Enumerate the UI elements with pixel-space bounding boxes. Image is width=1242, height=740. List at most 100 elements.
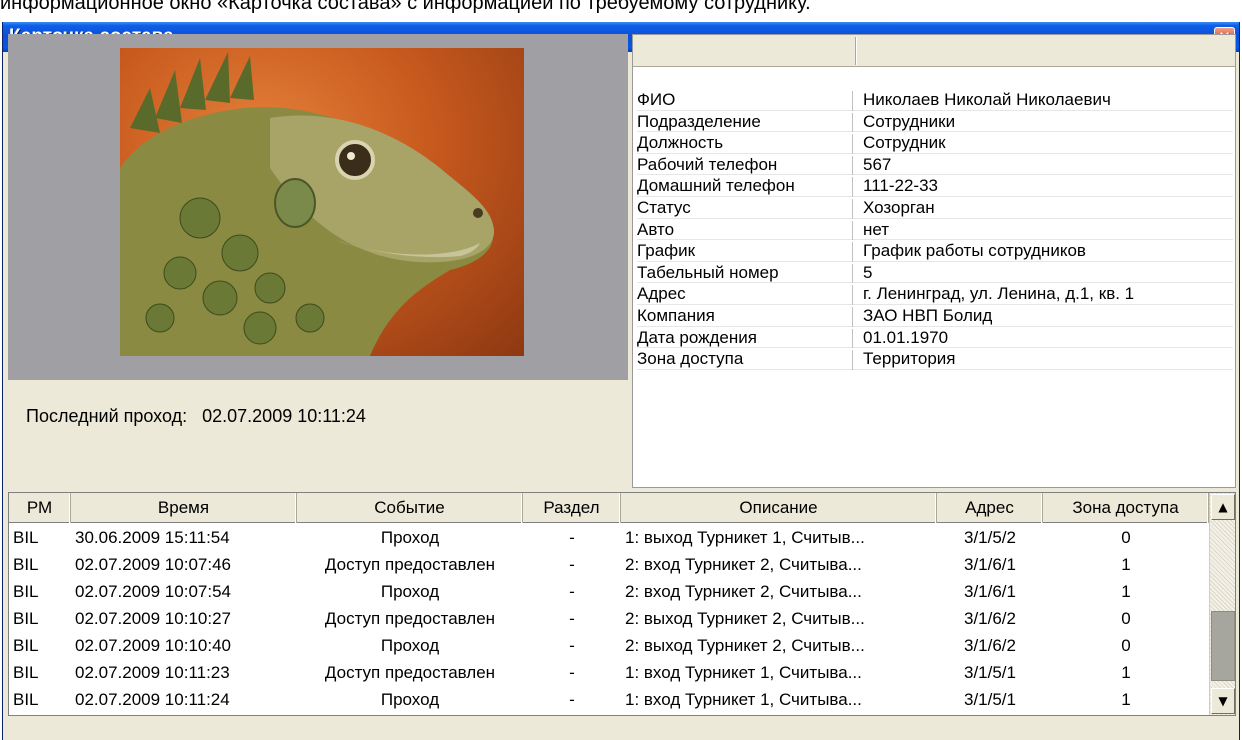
info-row[interactable]: График График работы сотрудников — [637, 240, 1233, 262]
cell-rm: BIL — [13, 609, 39, 628]
cell-time: 02.07.2009 10:07:54 — [75, 582, 231, 601]
info-row[interactable]: Домашний телефон 111-22-33 — [637, 175, 1233, 197]
cell-section: - — [569, 690, 575, 709]
arrow-down-icon: ▼ — [1218, 694, 1228, 708]
cell-event: Проход — [380, 690, 440, 709]
cell-access-zone: 0 — [1121, 609, 1131, 628]
table-row[interactable]: BIL 02.07.2009 10:07:54 Проход - 2: вход Тур… — [9, 578, 1209, 605]
cell-access-zone: 1 — [1121, 555, 1131, 574]
table-row[interactable]: BIL 02.07.2009 10:10:27 Доступ предоставле… — [9, 605, 1209, 632]
info-row[interactable]: Рабочий телефон 567 — [637, 154, 1233, 176]
info-key: Дата рождения — [637, 327, 853, 349]
last-pass-label: Последний проход: — [26, 406, 188, 426]
photo-panel — [8, 34, 628, 380]
cell-rm: BIL — [13, 582, 39, 601]
info-value: нет — [863, 219, 890, 239]
employee-photo — [120, 48, 524, 356]
events-grid: РМ Время Событие Раздел Описание Адрес Зона до… — [8, 492, 1236, 716]
info-value: г. Ленинград, ул. Ленина, д.1, кв. 1 — [863, 284, 1135, 304]
info-row[interactable]: Табельный номер 5 — [637, 262, 1233, 284]
info-row[interactable]: Дата рождения 01.01.1970 — [637, 327, 1233, 349]
employee-info-table: ФИО Николаев Николай Николаевич Подразделе… — [632, 34, 1236, 488]
document-caption: информационное окно «Карточка состава» с… — [0, 0, 811, 13]
info-key: ФИО — [637, 89, 853, 111]
info-key: Табельный номер — [637, 262, 853, 284]
cell-access-zone: 1 — [1121, 690, 1131, 709]
cell-description: 2: выход Турникет 2, Считыв... — [625, 636, 865, 655]
cell-address: 3/1/6/1 — [964, 582, 1016, 601]
column-header-time[interactable]: Время — [71, 493, 297, 523]
cell-section: - — [569, 636, 575, 655]
column-header-section[interactable]: Раздел — [523, 493, 621, 523]
cell-section: - — [569, 528, 575, 547]
info-key: Зона доступа — [637, 348, 853, 370]
cell-address: 3/1/6/2 — [964, 636, 1016, 655]
events-grid-body: BIL 30.06.2009 15:11:54 Проход - 1: выход Ту… — [9, 524, 1209, 713]
table-row[interactable]: BIL 30.06.2009 15:11:54 Проход - 1: выход Ту… — [9, 524, 1209, 551]
info-value: График работы сотрудников — [863, 241, 1086, 261]
info-key: Подразделение — [637, 111, 853, 133]
info-row[interactable]: Компания ЗАО НВП Болид — [637, 305, 1233, 327]
table-row[interactable]: BIL 02.07.2009 10:07:46 Доступ предоставле… — [9, 551, 1209, 578]
cell-description: 1: выход Турникет 1, Считыв... — [625, 528, 865, 547]
info-value: ЗАО НВП Болид — [863, 305, 993, 325]
info-row[interactable]: Должность Сотрудник — [637, 132, 1233, 154]
info-row[interactable]: Подразделение Сотрудники — [637, 111, 1233, 133]
cell-time: 02.07.2009 10:10:40 — [75, 636, 231, 655]
arrow-up-icon: ▲ — [1218, 500, 1228, 514]
cell-event: Проход — [380, 582, 440, 601]
scroll-down-button[interactable]: ▼ — [1211, 688, 1235, 714]
info-table-header[interactable] — [633, 35, 1235, 67]
cell-address: 3/1/6/1 — [964, 555, 1016, 574]
info-key: Авто — [637, 219, 853, 241]
cell-rm: BIL — [13, 690, 39, 709]
info-value: Хозорган — [863, 197, 935, 217]
info-row[interactable]: Адрес г. Ленинград, ул. Ленина, д.1, кв. … — [637, 283, 1233, 305]
column-header-access-zone[interactable]: Зона доступа — [1043, 493, 1209, 523]
info-key: Должность — [637, 132, 853, 154]
events-grid-header: РМ Время Событие Раздел Описание Адрес Зона до… — [9, 493, 1209, 523]
table-row[interactable]: BIL 02.07.2009 10:10:40 Проход - 2: выход Ту… — [9, 632, 1209, 659]
cell-event: Доступ предоставлен — [324, 555, 496, 574]
info-value: Николаев Николай Николаевич — [863, 90, 1111, 109]
cell-access-zone: 1 — [1121, 663, 1131, 682]
info-key: График — [637, 240, 853, 262]
info-key: Статус — [637, 197, 853, 219]
info-value: Сотрудник — [863, 133, 946, 153]
cell-section: - — [569, 582, 575, 601]
info-value: 5 — [863, 262, 873, 282]
cell-address: 3/1/5/2 — [964, 528, 1016, 547]
table-row[interactable]: BIL 02.07.2009 10:11:23 Доступ предоставле… — [9, 659, 1209, 686]
column-header-event[interactable]: Событие — [297, 493, 523, 523]
column-header-description[interactable]: Описание — [621, 493, 937, 523]
vertical-scrollbar[interactable]: ▲ ▼ — [1209, 493, 1235, 715]
last-pass-value: 02.07.2009 10:11:24 — [202, 406, 366, 426]
info-value: 01.01.1970 — [863, 327, 949, 347]
cell-description: 1: вход Турникет 1, Считыва... — [625, 690, 862, 709]
table-row[interactable]: BIL 02.07.2009 10:11:24 Проход - 1: вход Тур… — [9, 686, 1209, 713]
info-row[interactable]: Зона доступа Территория — [637, 348, 1233, 370]
cell-event: Доступ предоставлен — [324, 663, 496, 682]
info-row[interactable]: Авто нет — [637, 219, 1233, 241]
cell-address: 3/1/6/2 — [964, 609, 1016, 628]
cell-section: - — [569, 663, 575, 682]
scrollbar-thumb[interactable] — [1211, 611, 1235, 681]
column-header-address[interactable]: Адрес — [937, 493, 1043, 523]
info-header-divider[interactable] — [855, 37, 857, 65]
last-pass-row: Последний проход: 02.07.2009 10:11:24 — [26, 406, 366, 427]
cell-access-zone: 0 — [1121, 636, 1131, 655]
column-header-rm[interactable]: РМ — [9, 493, 71, 523]
cell-rm: BIL — [13, 555, 39, 574]
cell-event: Доступ предоставлен — [324, 609, 496, 628]
cell-rm: BIL — [13, 528, 39, 547]
info-key: Рабочий телефон — [637, 154, 853, 176]
cell-time: 02.07.2009 10:10:27 — [75, 609, 231, 628]
cell-description: 2: вход Турникет 2, Считыва... — [625, 555, 862, 574]
info-row[interactable]: Статус Хозорган — [637, 197, 1233, 219]
info-value: Сотрудники — [863, 111, 956, 131]
cell-access-zone: 0 — [1121, 528, 1131, 547]
scroll-up-button[interactable]: ▲ — [1211, 494, 1235, 520]
info-row[interactable]: ФИО Николаев Николай Николаевич — [637, 89, 1233, 111]
cell-rm: BIL — [13, 663, 39, 682]
cell-address: 3/1/5/1 — [964, 663, 1016, 682]
